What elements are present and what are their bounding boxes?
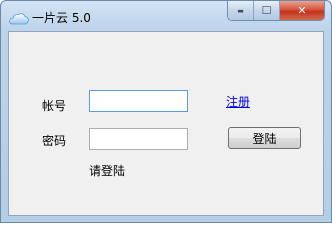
password-input[interactable] [89,128,188,150]
login-panel: 帐号 注册 密码 登陆 请登陆 [8,31,324,216]
minimize-button[interactable]: ▬ [228,1,254,20]
cloud-icon [9,10,29,25]
status-text: 请登陆 [89,164,126,178]
title-bar[interactable]: 一片云 5.0 ▬ ☐ ✕ [1,1,331,31]
close-button[interactable]: ✕ [280,1,324,20]
account-label: 帐号 [42,99,67,113]
minimize-icon: ▬ [237,6,244,15]
close-icon: ✕ [297,4,307,17]
maximize-button[interactable]: ☐ [254,1,280,20]
window-title: 一片云 5.0 [32,11,91,25]
register-link[interactable]: 注册 [226,93,250,110]
password-label: 密码 [42,134,67,148]
maximize-icon: ☐ [261,4,272,17]
login-button[interactable]: 登陆 [228,127,301,149]
account-input[interactable] [89,90,188,112]
app-window: 一片云 5.0 ▬ ☐ ✕ 帐号 注册 密码 登陆 请登陆 [0,0,332,223]
caption-buttons: ▬ ☐ ✕ [227,1,325,21]
